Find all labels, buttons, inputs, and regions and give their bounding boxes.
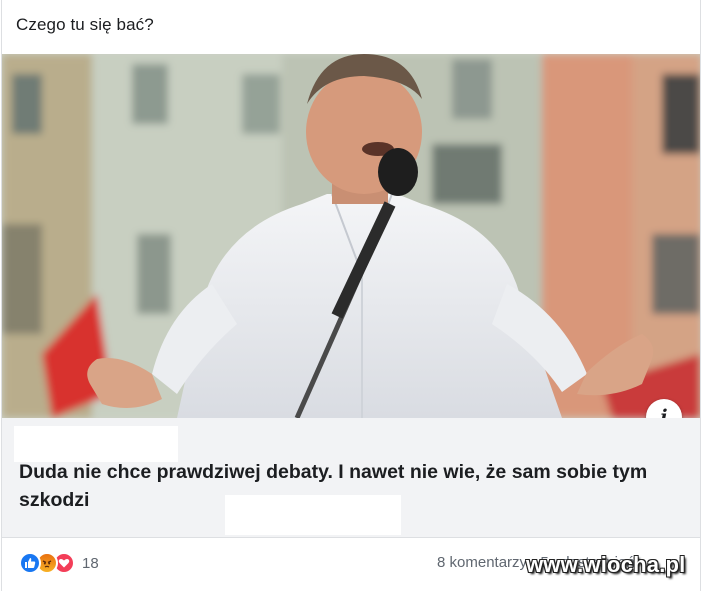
redacted-inline-box: [225, 495, 401, 535]
post-footer: 18 8 komentarzy · 5 udostępnień www.wioc…: [2, 538, 700, 591]
article-photo[interactable]: [2, 54, 700, 418]
redacted-domain-box: [14, 426, 178, 462]
like-icon: [19, 552, 41, 574]
site-watermark: www.wiocha.pl: [526, 552, 686, 577]
facebook-post: Czego tu się bać? i Duda nie chce prawdz…: [1, 0, 701, 591]
link-preview-card[interactable]: i Duda nie chce prawdziwej debaty. I naw…: [2, 54, 700, 538]
post-text: Czego tu się bać?: [16, 15, 154, 34]
reaction-summary[interactable]: 18: [19, 551, 99, 575]
speaker-photo-illustration: [2, 54, 700, 418]
reaction-count: 18: [82, 554, 99, 572]
